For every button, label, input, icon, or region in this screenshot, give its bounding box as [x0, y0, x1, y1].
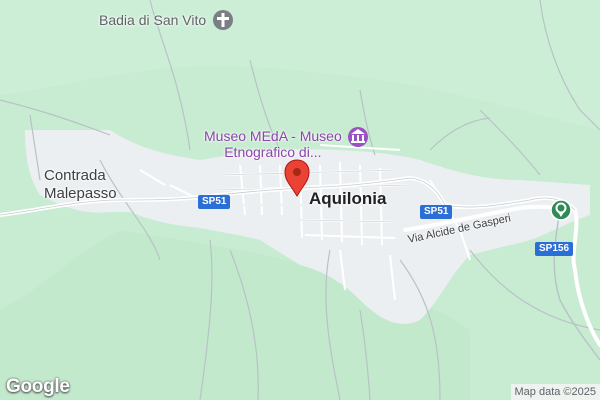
google-logo[interactable]: Google: [6, 376, 70, 398]
place-label-town: Aquilonia: [309, 189, 387, 208]
route-shield-sp51-west: SP51: [198, 195, 231, 209]
map-attribution[interactable]: Map data ©2025: [510, 384, 600, 400]
park-icon: [550, 199, 572, 221]
poi-label-museum[interactable]: Museo MEdA - Museo Etnografico di...: [204, 128, 342, 160]
poi-label-badia[interactable]: Badia di San Vito: [99, 12, 206, 28]
route-shield-sp156: SP156: [535, 242, 574, 256]
place-of-worship-icon: [213, 10, 233, 30]
museum-icon: [348, 127, 368, 147]
place-label-contrada: Contrada Malepasso: [44, 167, 117, 202]
route-shield-sp51-east: SP51: [420, 205, 453, 219]
